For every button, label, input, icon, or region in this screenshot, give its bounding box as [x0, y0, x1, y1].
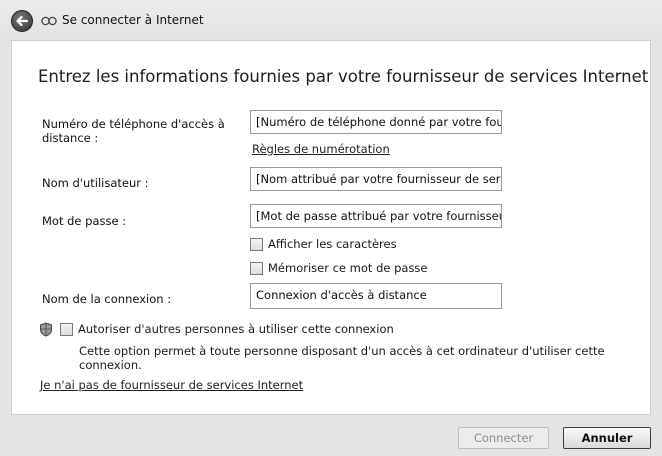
- password-input[interactable]: [Mot de passe attribué par votre fournis…: [250, 204, 502, 228]
- no-isp-link[interactable]: Je n'ai pas de fournisseur de services I…: [40, 378, 303, 392]
- cancel-button[interactable]: Annuler: [563, 427, 651, 449]
- connection-name-label: Nom de la connexion :: [42, 292, 172, 306]
- phone-label-line1: Numéro de téléphone d'accès à: [42, 117, 225, 131]
- remember-password-checkbox[interactable]: [250, 262, 263, 275]
- phone-number-input[interactable]: [Numéro de téléphone donné par votre fou: [250, 110, 502, 134]
- show-characters-label[interactable]: Afficher les caractères: [268, 237, 397, 251]
- dialing-rules-link[interactable]: Règles de numérotation: [252, 142, 390, 156]
- username-input[interactable]: [Nom attribué par votre fournisseur de s…: [250, 167, 502, 191]
- password-label: Mot de passe :: [42, 214, 127, 228]
- allow-others-description-line2: connexion.: [79, 358, 142, 372]
- remember-password-label[interactable]: Mémoriser ce mot de passe: [268, 261, 428, 275]
- username-label: Nom d'utilisateur :: [42, 176, 149, 190]
- allow-others-checkbox[interactable]: [60, 323, 73, 336]
- uac-shield-icon: [40, 322, 52, 337]
- connection-name-input[interactable]: Connexion d'accès à distance: [250, 283, 502, 309]
- title-bar: Se connecter à Internet: [0, 0, 662, 42]
- wizard-content: Entrez les informations fournies par vot…: [11, 40, 651, 415]
- window-title: Se connecter à Internet: [62, 13, 204, 27]
- network-connection-icon: [41, 16, 57, 26]
- show-characters-checkbox[interactable]: [250, 238, 263, 251]
- footer-bar: Connecter Annuler: [0, 415, 662, 456]
- connect-button[interactable]: Connecter: [458, 427, 549, 449]
- phone-label-line2: distance :: [42, 131, 99, 145]
- page-heading: Entrez les informations fournies par vot…: [38, 67, 649, 86]
- back-arrow-icon: [16, 15, 29, 27]
- allow-others-label[interactable]: Autoriser d'autres personnes à utiliser …: [78, 322, 394, 336]
- back-button[interactable]: [11, 10, 33, 32]
- allow-others-description-line1: Cette option permet à toute personne dis…: [79, 344, 605, 358]
